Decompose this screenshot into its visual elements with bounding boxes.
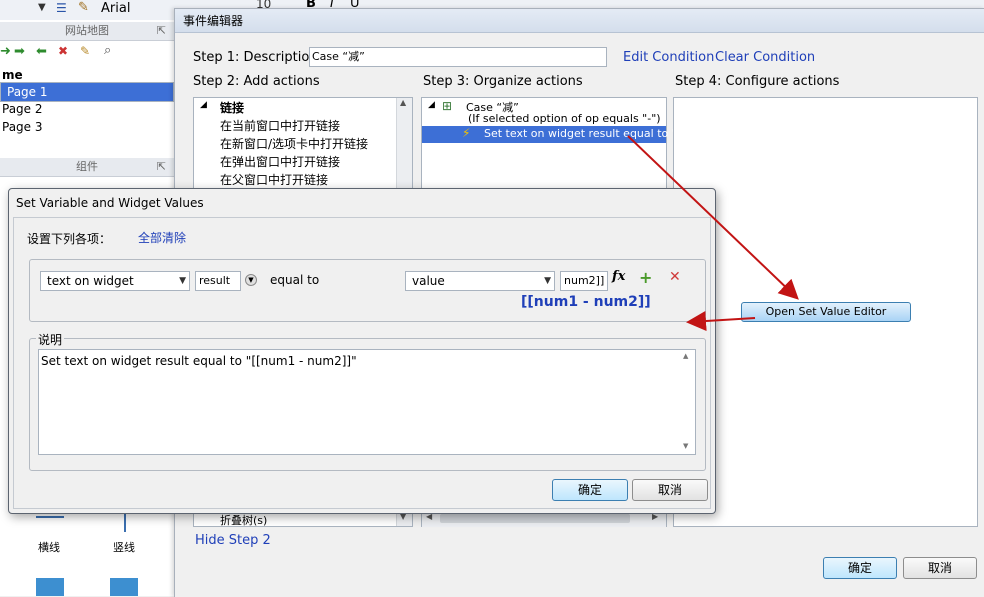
annotation-arrows — [627, 135, 799, 331]
arrow-to-editor-button — [627, 135, 799, 300]
arrow-to-dialog — [686, 311, 756, 331]
